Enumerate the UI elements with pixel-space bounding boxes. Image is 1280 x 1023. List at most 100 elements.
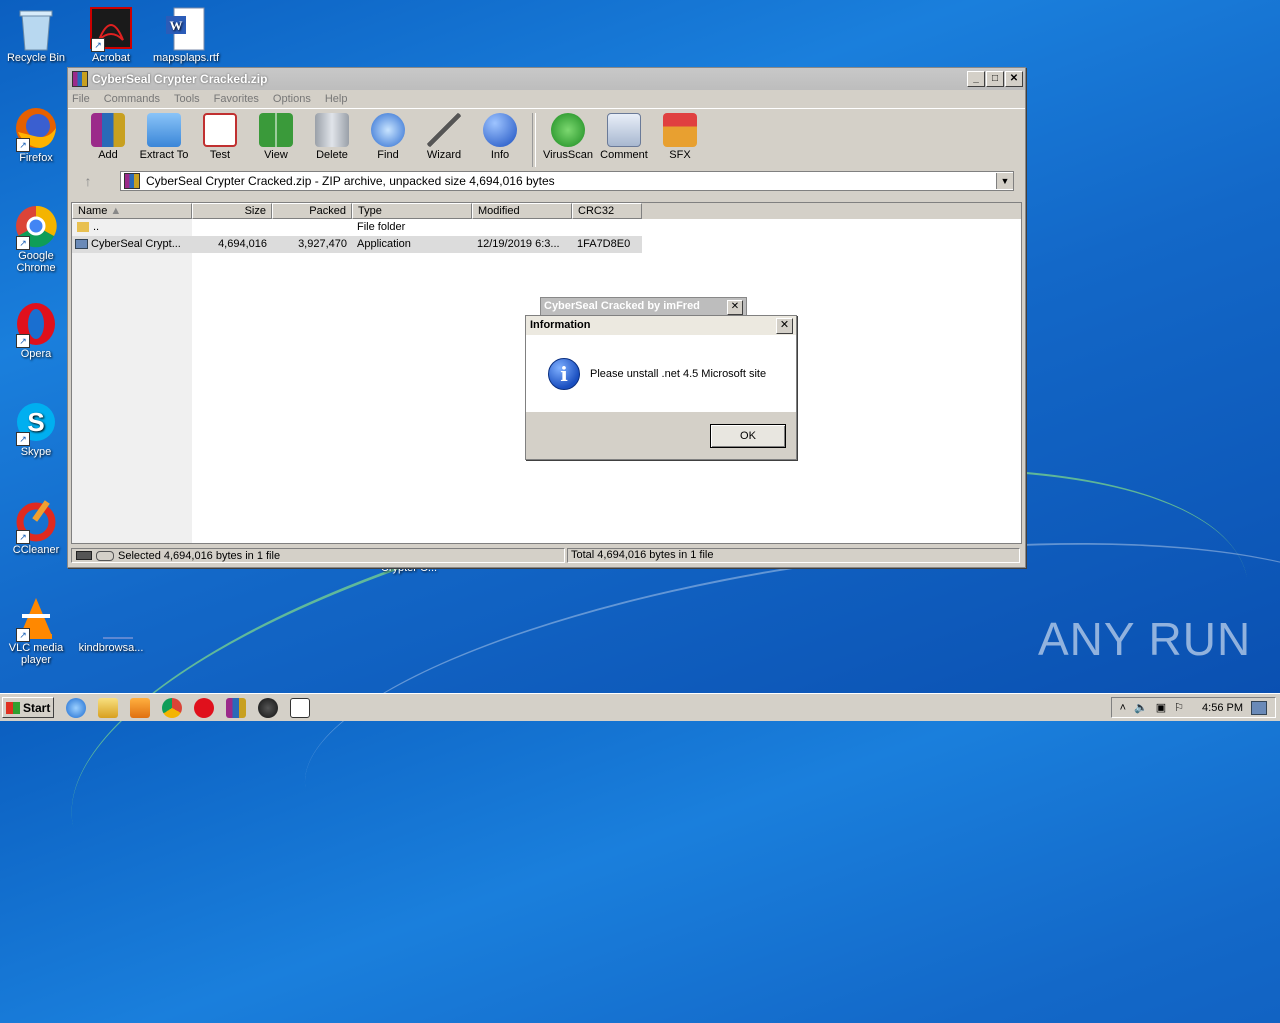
column-modified[interactable]: Modified — [472, 203, 572, 219]
info-icon: i — [548, 357, 580, 390]
column-name[interactable]: Name ▲ — [72, 203, 192, 219]
row-crc — [572, 219, 642, 236]
app-window-icon[interactable] — [290, 697, 310, 718]
chevron-down-icon[interactable]: ▼ — [996, 173, 1013, 189]
add-archive-icon — [91, 113, 125, 147]
tool-label: Extract To — [139, 149, 189, 161]
menu-favorites[interactable]: Favorites — [214, 93, 259, 105]
taskbar: Start ˄ 🔈 ▣ ⚐ 4:56 PM — [0, 693, 1280, 721]
find-button[interactable]: Find — [360, 109, 416, 161]
opera-icon[interactable] — [194, 697, 214, 718]
trash-icon — [315, 113, 349, 147]
checklist-icon — [203, 113, 237, 147]
tool-label: SFX — [669, 149, 691, 161]
desktop-icon-mapsplaps-rtf[interactable]: W mapsplaps.rtf — [150, 6, 222, 64]
desktop-icon-label: Firefox — [19, 152, 53, 164]
row-packed — [272, 219, 352, 236]
tool-label: Find — [377, 149, 399, 161]
desktop-icon-chrome[interactable]: ↗ Google Chrome — [0, 204, 72, 274]
tool-label: Info — [490, 149, 510, 161]
sfx-button[interactable]: SFX — [652, 109, 708, 161]
close-icon[interactable]: ✕ — [776, 318, 793, 334]
column-packed[interactable]: Packed — [272, 203, 352, 219]
minimize-button[interactable]: _ — [967, 71, 985, 87]
menu-commands[interactable]: Commands — [104, 93, 160, 105]
shortcut-arrow-icon: ↗ — [16, 236, 30, 250]
wizard-button[interactable]: Wizard — [416, 109, 472, 161]
tray-chevron-icon[interactable]: ˄ — [1120, 702, 1126, 714]
desktop-icon-skype[interactable]: S ↗ Skype — [0, 400, 72, 458]
table-row[interactable]: CyberSeal Crypt... 4,694,016 3,927,470 A… — [72, 236, 642, 253]
address-text: CyberSeal Crypter Cracked.zip - ZIP arch… — [146, 174, 555, 188]
archive-icon — [124, 173, 140, 189]
shortcut-arrow-icon: ↗ — [16, 432, 30, 446]
close-button[interactable]: ✕ — [1005, 71, 1023, 87]
view-button[interactable]: View — [248, 109, 304, 161]
menubar: File Commands Tools Favorites Options He… — [68, 90, 1025, 108]
maximize-button[interactable]: □ — [986, 71, 1004, 87]
row-packed: 3,927,470 — [298, 238, 347, 250]
add-button[interactable]: Add — [80, 109, 136, 161]
table-row[interactable]: .. File folder — [72, 219, 1021, 236]
row-size — [192, 219, 272, 236]
column-size[interactable]: Size — [192, 203, 272, 219]
media-player-icon[interactable] — [130, 697, 150, 718]
desktop-icon-kindbrowsa[interactable]: kindbrowsa... — [75, 596, 147, 654]
show-desktop-icon[interactable] — [1251, 700, 1267, 715]
menu-help[interactable]: Help — [325, 93, 348, 105]
row-type: File folder — [357, 221, 406, 233]
volume-icon[interactable]: 🔈 — [1134, 701, 1148, 714]
network-icon[interactable]: ▣ — [1156, 701, 1166, 714]
desktop-icon-label: CCleaner — [12, 544, 60, 556]
virusscan-button[interactable]: VirusScan — [540, 109, 596, 161]
desktop-icon-acrobat[interactable]: ↗ Acrobat — [75, 6, 147, 64]
up-arrow-icon[interactable]: ↑ — [74, 173, 102, 189]
desktop-icon-recycle-bin[interactable]: Recycle Bin — [0, 6, 72, 64]
close-icon[interactable]: ✕ — [727, 300, 743, 315]
desktop-icon-label: kindbrowsa... — [78, 642, 144, 654]
address-field[interactable]: CyberSeal Crypter Cracked.zip - ZIP arch… — [120, 171, 1014, 191]
menu-options[interactable]: Options — [273, 93, 311, 105]
comment-button[interactable]: Comment — [596, 109, 652, 161]
magic-wand-icon — [427, 113, 461, 147]
shortcut-arrow-icon: ↗ — [91, 38, 105, 52]
clock[interactable]: 4:56 PM — [1202, 702, 1243, 714]
alien-icon[interactable] — [258, 697, 278, 718]
firefox-icon: ↗ — [14, 106, 58, 152]
row-crc: 1FA7D8E0 — [577, 238, 631, 250]
test-button[interactable]: Test — [192, 109, 248, 161]
list-header: Name ▲ Size Packed Type Modified CRC32 — [72, 203, 1021, 219]
drive-icon — [76, 551, 92, 560]
flag-icon[interactable]: ⚐ — [1174, 701, 1184, 714]
desktop-icon-label: Opera — [20, 348, 52, 360]
ok-button[interactable]: OK — [710, 424, 786, 448]
windows-logo-icon — [6, 701, 20, 714]
start-label: Start — [23, 700, 51, 715]
desktop-icon-ccleaner[interactable]: ↗ CCleaner — [0, 498, 72, 556]
desktop-icon-opera[interactable]: ↗ Opera — [0, 302, 72, 360]
tool-label: Comment — [600, 149, 648, 161]
extract-to-button[interactable]: Extract To — [136, 109, 192, 161]
start-button[interactable]: Start — [2, 697, 54, 718]
acrobat-icon: ↗ — [89, 6, 133, 52]
chrome-icon: ↗ — [14, 204, 58, 250]
dialog-title[interactable]: Information — [526, 316, 796, 335]
menu-file[interactable]: File — [72, 93, 90, 105]
shortcut-arrow-icon: ↗ — [16, 628, 30, 642]
tool-label: Delete — [316, 149, 348, 161]
tool-label: Add — [98, 149, 118, 161]
column-type[interactable]: Type — [352, 203, 472, 219]
key-icon — [96, 550, 114, 561]
menu-tools[interactable]: Tools — [174, 93, 200, 105]
info-button[interactable]: Info — [472, 109, 528, 161]
ie-icon[interactable] — [66, 697, 86, 718]
desktop-icon-vlc[interactable]: ↗ VLC media player — [0, 596, 72, 666]
desktop-icon-firefox[interactable]: ↗ Firefox — [0, 106, 72, 164]
delete-button[interactable]: Delete — [304, 109, 360, 161]
column-crc32[interactable]: CRC32 — [572, 203, 642, 219]
winrar-icon[interactable] — [226, 697, 246, 718]
chrome-icon[interactable] — [162, 697, 182, 718]
window-titlebar[interactable]: CyberSeal Crypter Cracked.zip _ □ ✕ — [68, 68, 1025, 90]
row-modified — [472, 219, 572, 236]
explorer-icon[interactable] — [98, 697, 118, 718]
